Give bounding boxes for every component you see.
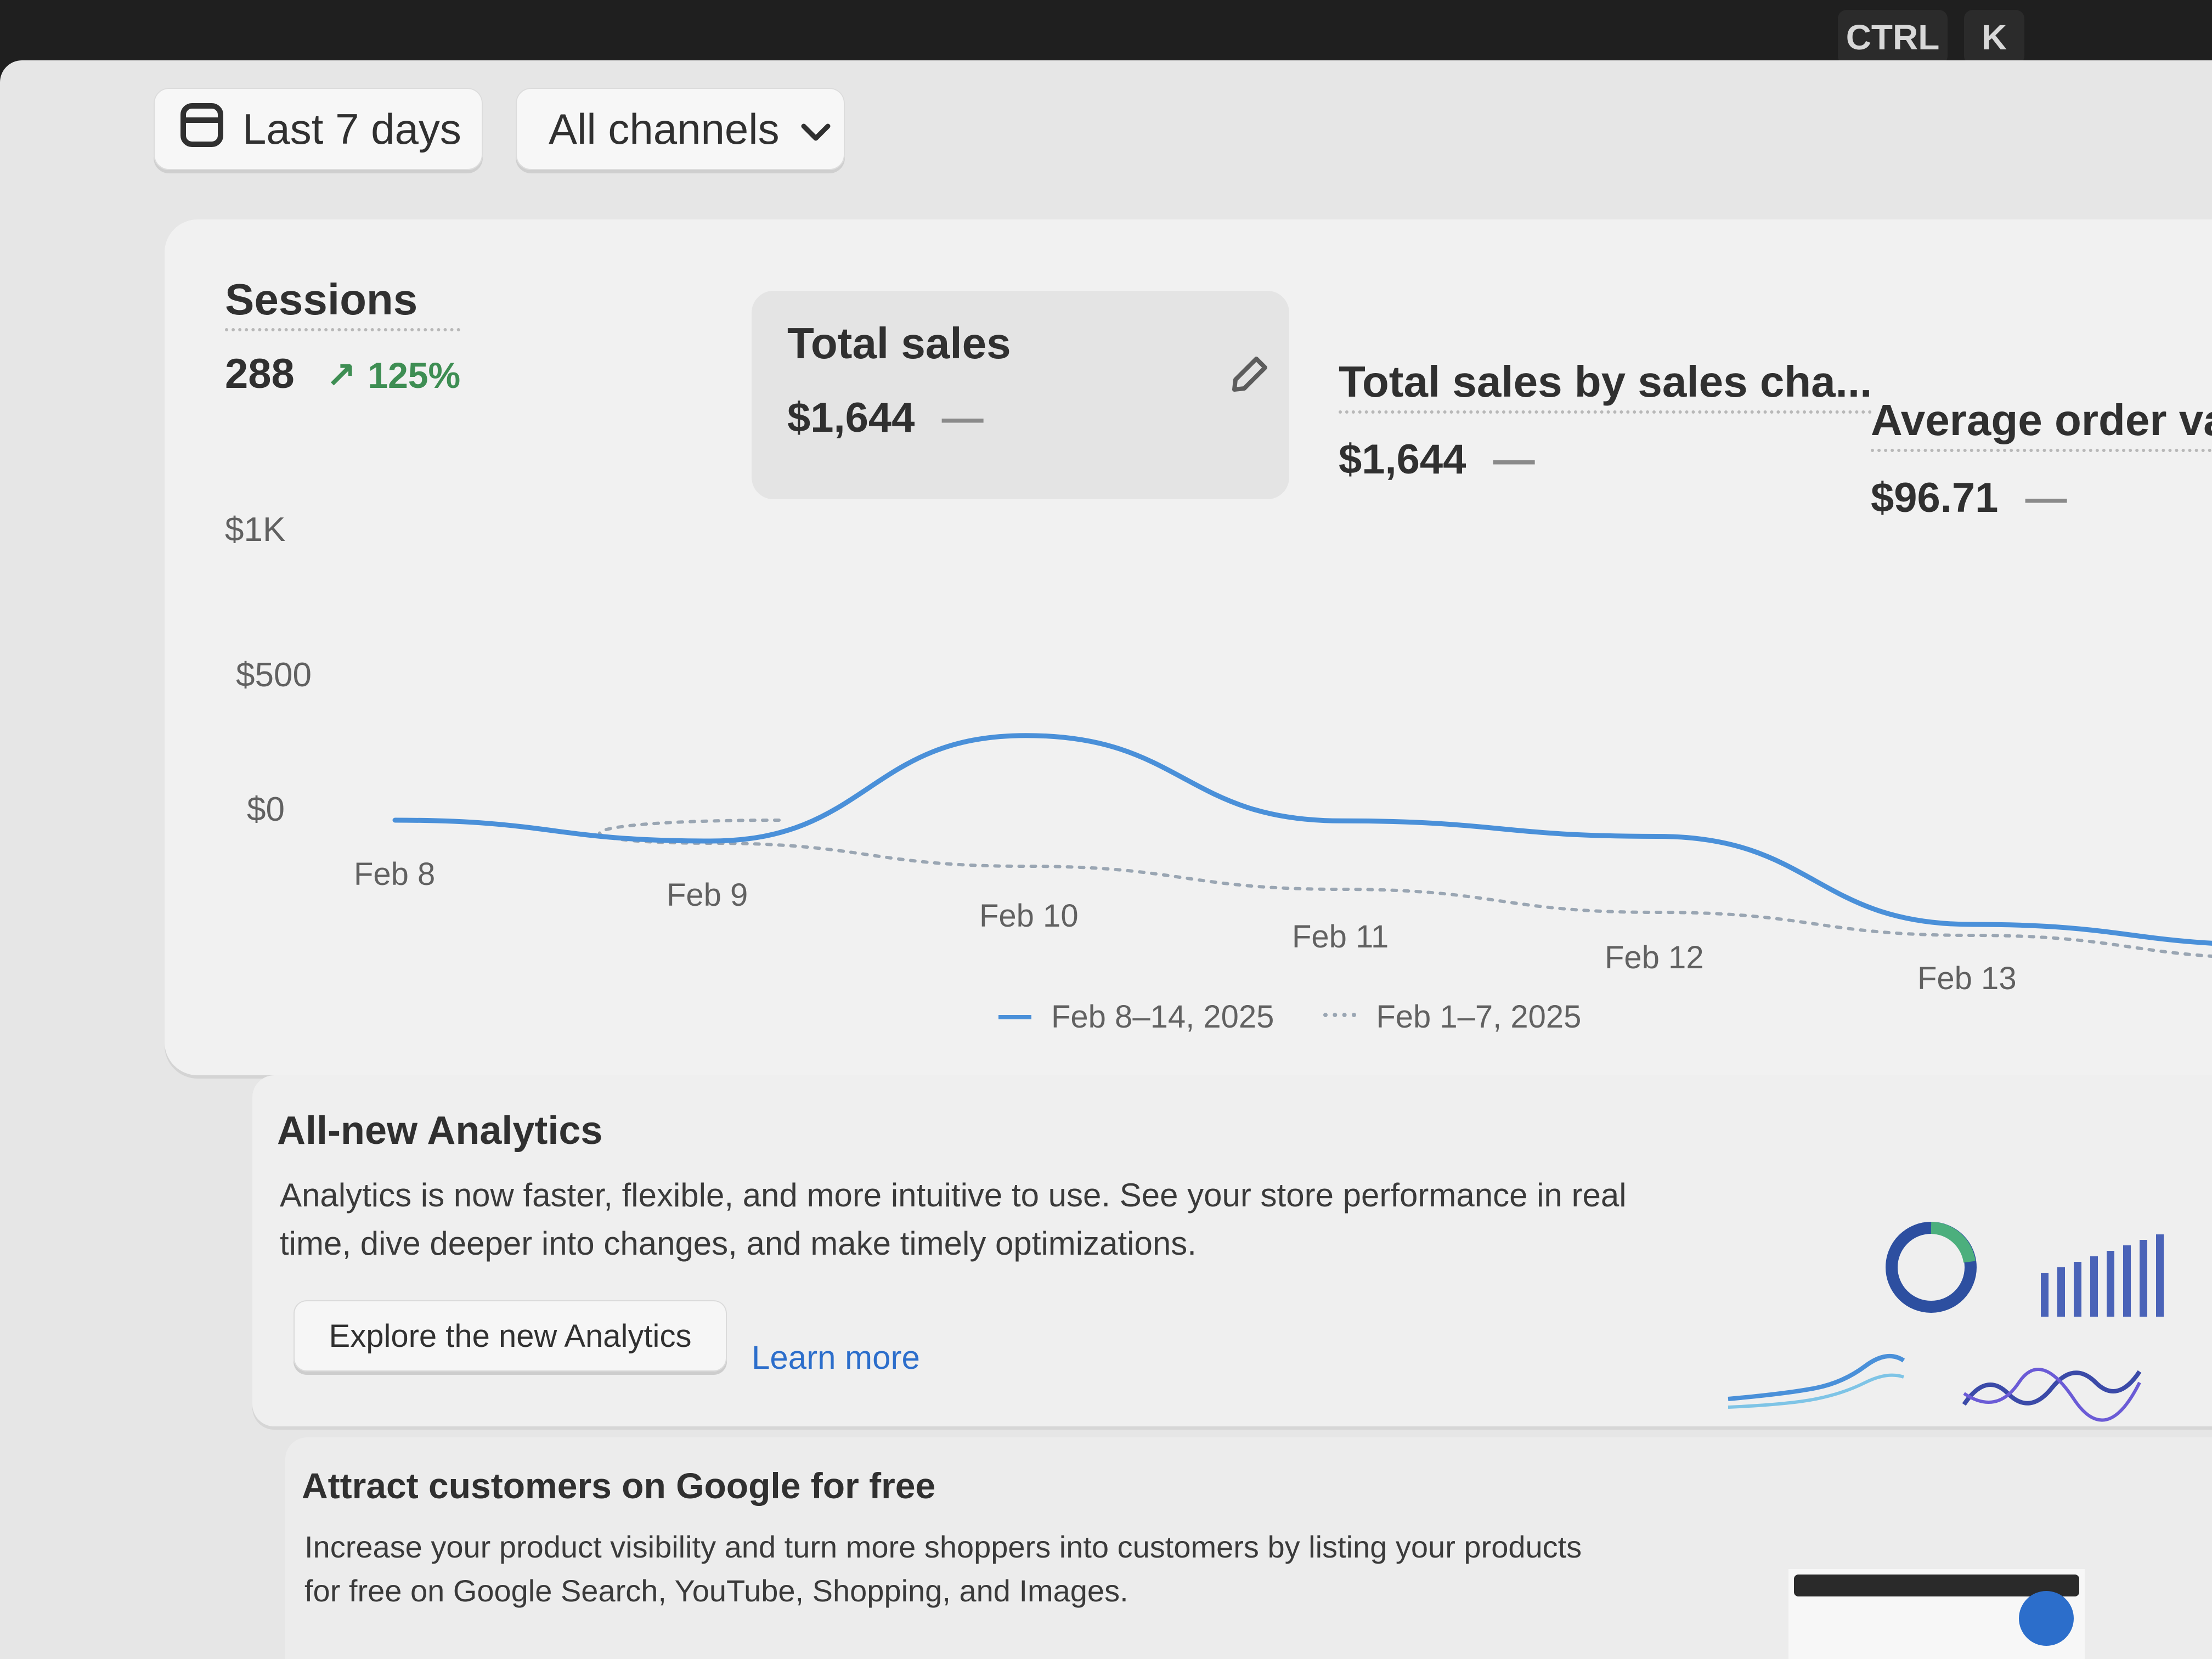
promo-body: Analytics is now faster, flexible, and m… (280, 1177, 1627, 1262)
google-promo-illustration (1788, 1569, 2085, 1659)
x-tick-label: Feb 8 (354, 856, 436, 892)
chart-legend: Feb 8–14, 2025 Feb 1–7, 2025 (998, 998, 1581, 1035)
promo-title: All-new Analytics (277, 1109, 603, 1153)
x-tick-label: Feb 9 (667, 877, 748, 913)
explore-analytics-button[interactable]: Explore the new Analytics (294, 1300, 727, 1372)
promo2-title: Attract customers on Google for free (302, 1465, 936, 1506)
legend-swatch-current (998, 1014, 1031, 1019)
x-tick-label: Feb 11 (1292, 919, 1389, 955)
analytics-illustration (1723, 1218, 2205, 1440)
x-tick-label: Feb 12 (1605, 940, 1704, 975)
x-tick-label: Feb 10 (979, 898, 1079, 934)
series-line-previous (597, 819, 2212, 958)
legend-label-current: Feb 8–14, 2025 (1051, 999, 1274, 1035)
x-tick-label: Feb 13 (1917, 961, 2017, 996)
learn-more-link[interactable]: Learn more (752, 1339, 920, 1376)
share-icon (2019, 1591, 2074, 1646)
series-line-current (392, 733, 2212, 946)
legend-label-previous: Feb 1–7, 2025 (1376, 999, 1582, 1035)
promo2-body: Increase your product visibility and tur… (304, 1530, 1582, 1608)
legend-swatch-previous (1323, 1012, 1357, 1022)
